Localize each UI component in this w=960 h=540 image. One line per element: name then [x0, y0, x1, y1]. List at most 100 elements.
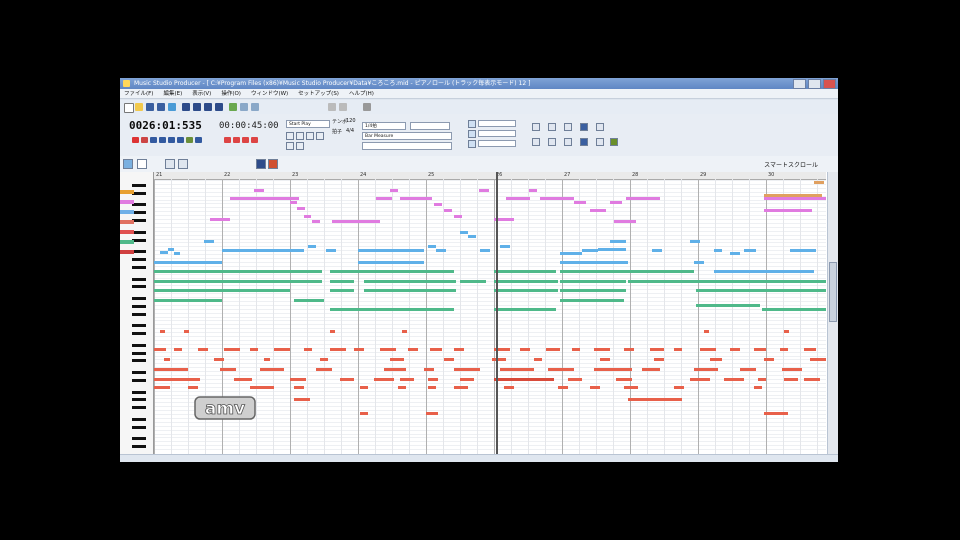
black-key[interactable] [132, 371, 146, 375]
midi-note[interactable] [814, 181, 824, 184]
midi-note[interactable] [444, 209, 452, 212]
midi-note[interactable] [426, 412, 438, 415]
midi-note[interactable] [610, 240, 626, 243]
midi-note[interactable] [480, 249, 490, 252]
midi-note[interactable] [154, 289, 290, 292]
grid-e-icon[interactable] [286, 142, 294, 150]
scroll-thumb[interactable] [829, 262, 837, 322]
grid-b-icon[interactable] [296, 132, 304, 140]
midi-note[interactable] [790, 249, 816, 252]
grid-c-icon[interactable] [306, 132, 314, 140]
midi-note[interactable] [460, 280, 486, 283]
black-key[interactable] [132, 324, 146, 328]
loop-button[interactable] [186, 137, 193, 143]
forward-button[interactable] [177, 137, 184, 143]
black-key[interactable] [132, 351, 146, 355]
list-view-icon[interactable] [215, 103, 223, 111]
midi-note[interactable] [714, 270, 814, 273]
locator-b-icon[interactable] [468, 130, 476, 138]
black-key[interactable] [132, 359, 146, 363]
measure-ruler[interactable]: 21 22 23 24 25 26 27 28 29 30 [154, 172, 826, 180]
tool-11-icon[interactable] [610, 138, 618, 146]
midi-note[interactable] [704, 330, 709, 333]
count-button[interactable] [251, 137, 258, 143]
midi-note[interactable] [560, 252, 582, 255]
pointer-icon[interactable] [328, 103, 336, 111]
grid-f-icon[interactable] [296, 142, 304, 150]
midi-note[interactable] [400, 197, 432, 200]
save-as-icon[interactable] [157, 103, 165, 111]
black-key[interactable] [132, 211, 146, 215]
midi-note[interactable] [430, 348, 442, 351]
midi-note[interactable] [154, 348, 166, 351]
midi-note[interactable] [222, 249, 298, 252]
new-file-icon[interactable] [124, 103, 134, 113]
black-key[interactable] [132, 250, 146, 254]
black-key[interactable] [132, 425, 146, 429]
midi-note[interactable] [626, 197, 660, 200]
value-field[interactable] [410, 122, 450, 130]
punch-button[interactable] [233, 137, 240, 143]
end-button[interactable] [195, 137, 202, 143]
minimize-button[interactable] [793, 79, 806, 89]
midi-note[interactable] [294, 386, 304, 389]
midi-note[interactable] [358, 261, 424, 264]
black-key[interactable] [132, 332, 146, 336]
midi-note[interactable] [494, 308, 556, 311]
midi-note[interactable] [600, 358, 610, 361]
midi-note[interactable] [764, 194, 822, 197]
midi-note[interactable] [529, 189, 537, 192]
black-key[interactable] [132, 378, 146, 382]
midi-note[interactable] [214, 358, 224, 361]
midi-note[interactable] [590, 209, 606, 212]
midi-note[interactable] [782, 368, 802, 371]
midi-note[interactable] [316, 368, 332, 371]
midi-note[interactable] [400, 378, 414, 381]
midi-note[interactable] [154, 270, 322, 273]
midi-note[interactable] [492, 358, 506, 361]
midi-note[interactable] [610, 201, 622, 204]
smart-scroll-label[interactable]: スマートスクロール [764, 160, 818, 169]
black-key[interactable] [132, 258, 146, 261]
midi-note[interactable] [744, 249, 756, 252]
midi-note[interactable] [264, 197, 299, 200]
midi-note[interactable] [360, 386, 368, 389]
midi-note[interactable] [340, 378, 354, 381]
midi-note[interactable] [784, 330, 789, 333]
midi-note[interactable] [184, 330, 189, 333]
midi-note[interactable] [628, 280, 826, 283]
midi-note[interactable] [582, 249, 598, 252]
midi-note[interactable] [494, 270, 556, 273]
midi-note[interactable] [294, 249, 304, 252]
midi-note[interactable] [360, 412, 368, 415]
stop-button[interactable] [150, 137, 157, 143]
midi-note[interactable] [590, 386, 600, 389]
midi-note[interactable] [294, 299, 324, 302]
menu-help[interactable]: ヘルプ(H) [349, 89, 374, 98]
midi-note[interactable] [764, 197, 826, 200]
midi-note[interactable] [254, 189, 264, 192]
midi-note[interactable] [204, 240, 214, 243]
black-key[interactable] [132, 238, 146, 242]
tool-9-icon[interactable] [580, 138, 588, 146]
midi-note[interactable] [376, 197, 392, 200]
black-key[interactable] [132, 343, 146, 347]
black-key[interactable] [132, 417, 146, 421]
midi-note[interactable] [454, 368, 480, 371]
midi-note[interactable] [154, 299, 222, 302]
midi-note[interactable] [650, 348, 664, 351]
locator-c-field[interactable] [478, 140, 516, 147]
eraser-tool-icon[interactable] [165, 159, 175, 169]
midi-note[interactable] [154, 368, 188, 371]
midi-note[interactable] [560, 289, 626, 292]
grid-a-icon[interactable] [286, 132, 294, 140]
midi-note[interactable] [560, 299, 624, 302]
midi-note[interactable] [758, 378, 766, 381]
midi-note[interactable] [568, 378, 582, 381]
midi-note[interactable] [308, 245, 316, 248]
midi-note[interactable] [674, 386, 684, 389]
menu-window[interactable]: ウィンドウ(W) [251, 89, 288, 98]
midi-note[interactable] [520, 348, 530, 351]
midi-note[interactable] [154, 378, 200, 381]
midi-note[interactable] [724, 378, 744, 381]
